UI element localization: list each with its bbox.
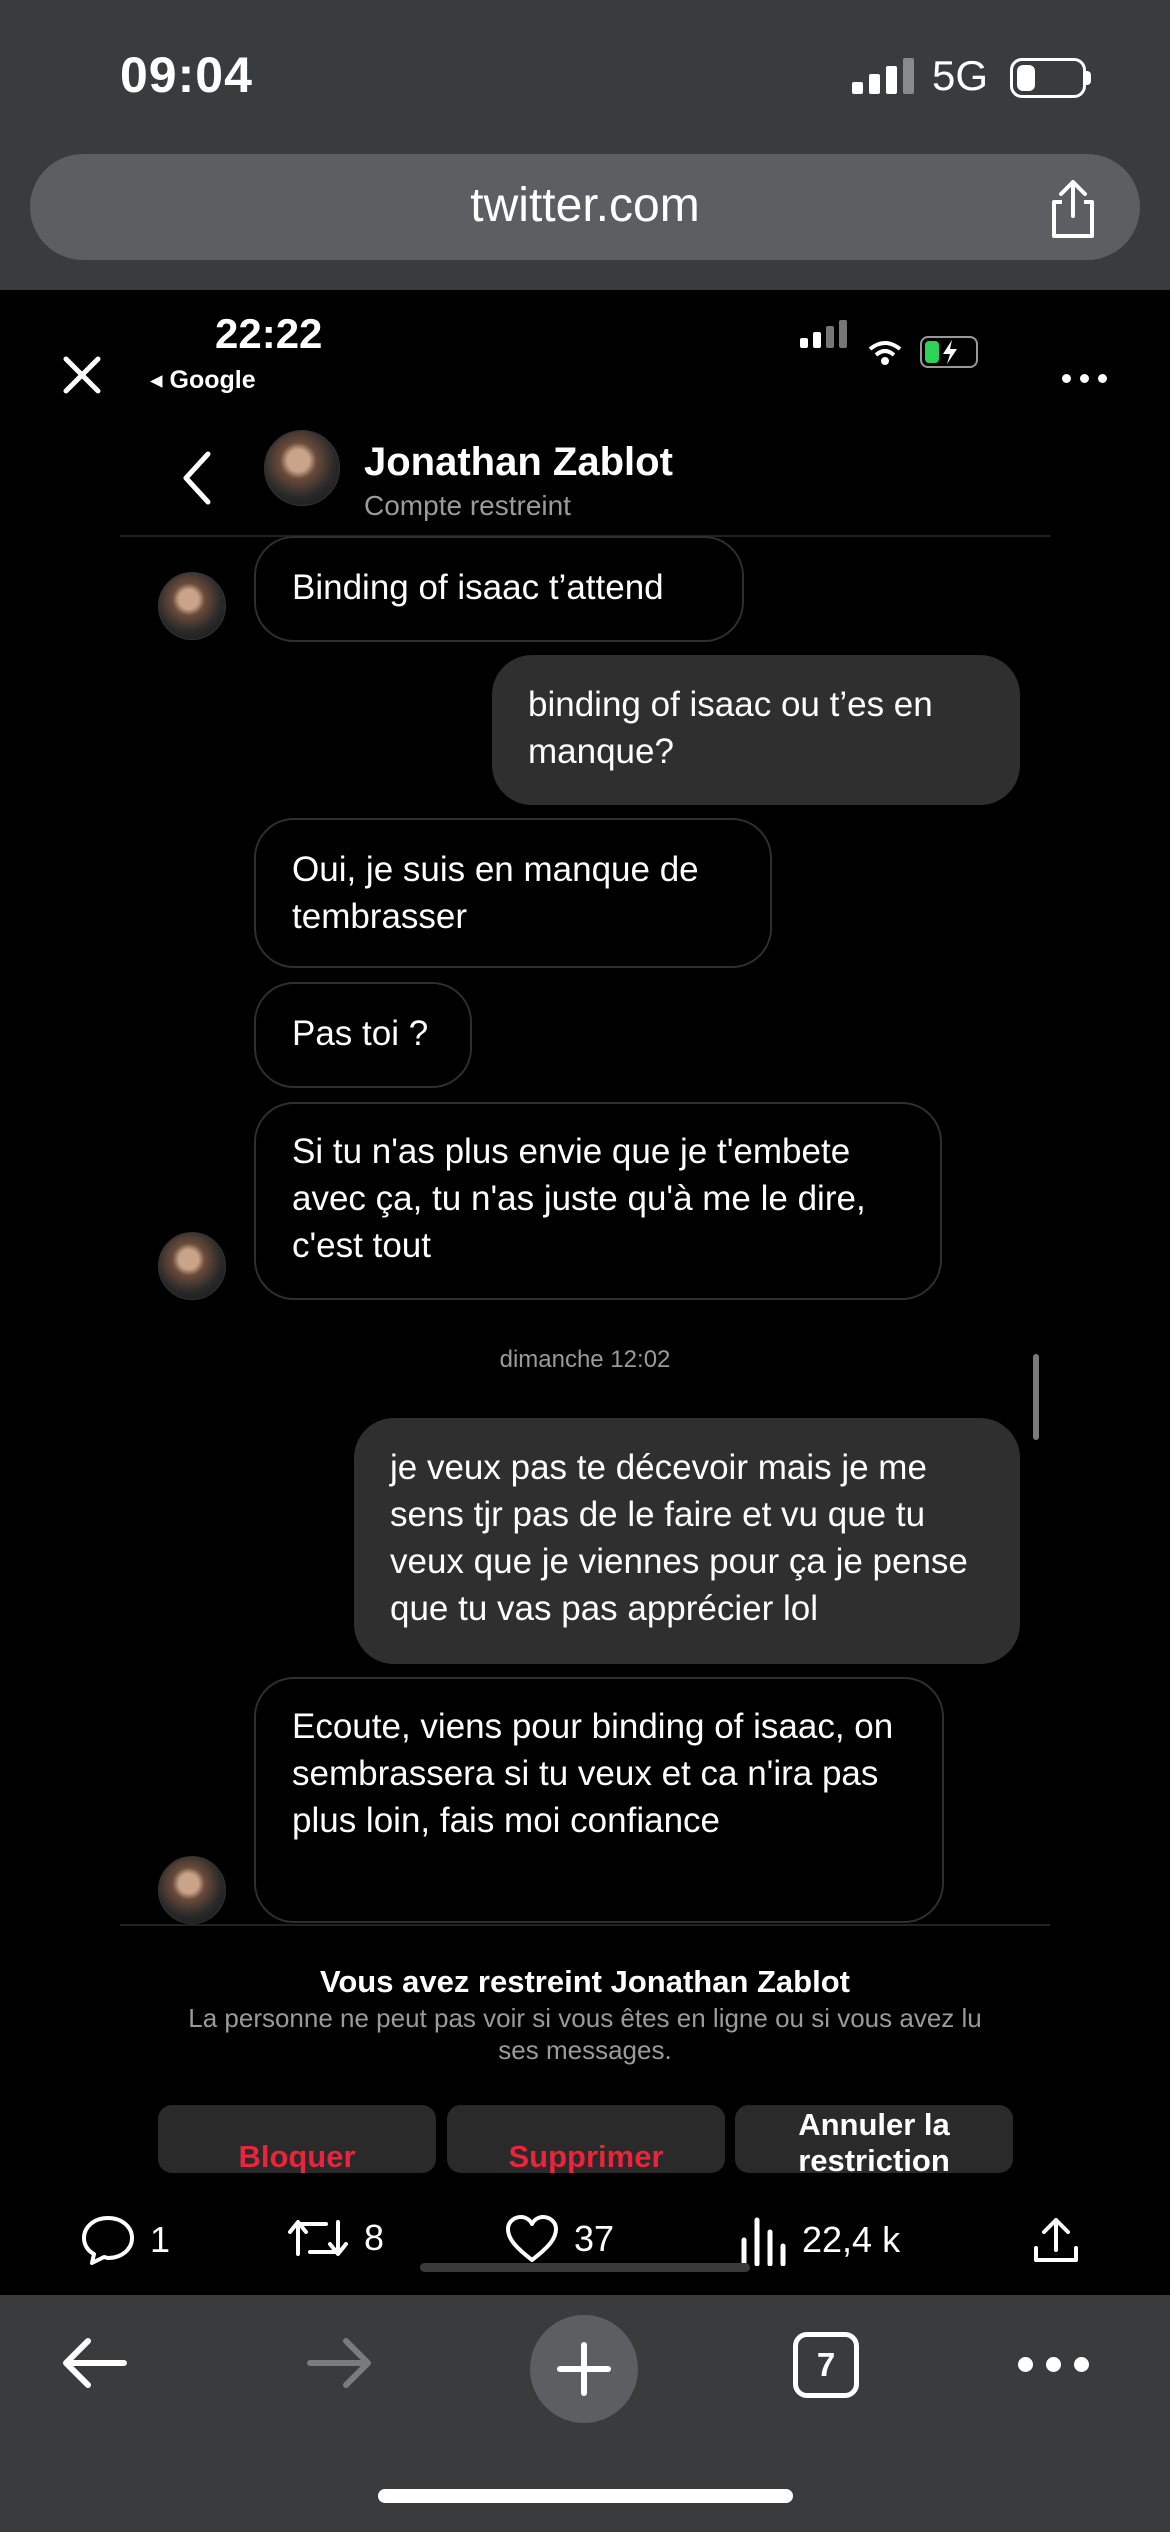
message-bubble[interactable]: binding of isaac ou t’es en manque? <box>492 655 1020 805</box>
reply-count: 1 <box>150 2219 171 2260</box>
message-bubble[interactable]: Binding of isaac t’attend <box>254 536 744 642</box>
like-icon <box>506 2215 558 2262</box>
browser-address-area: twitter.com <box>0 150 1170 290</box>
like-action[interactable]: 37 <box>504 2214 614 2264</box>
block-button-label: Bloquer <box>238 2139 356 2173</box>
battery-icon <box>1010 58 1091 98</box>
inner-status-time: 22:22 <box>215 310 323 357</box>
day-timestamp: dimanche 12:02 <box>499 1346 671 1373</box>
message-bubble[interactable]: Si tu n'as plus envie que je t'embete av… <box>254 1102 942 1300</box>
reply-icon <box>82 2216 134 2265</box>
block-button[interactable]: Bloquer <box>158 2105 436 2173</box>
tweet-actions: 1 8 37 22,4 k <box>0 2190 1170 2295</box>
retweet-count: 8 <box>364 2217 385 2258</box>
upload-action[interactable] <box>1030 2214 1082 2266</box>
upload-icon <box>1034 2218 1078 2262</box>
unrestrict-button-label: Annuler la restriction <box>798 2107 950 2173</box>
divider <box>120 1924 1050 1926</box>
unrestrict-button[interactable]: Annuler la restriction <box>735 2105 1013 2173</box>
share-icon[interactable] <box>1046 178 1100 245</box>
back-chevron-icon[interactable] <box>180 448 214 513</box>
back-arrow-icon[interactable] <box>58 2333 130 2398</box>
more-icon[interactable] <box>1062 374 1107 383</box>
network-type: 5G <box>932 52 989 99</box>
avatar <box>158 1856 226 1924</box>
message-bubble[interactable]: Pas toi ? <box>254 982 472 1088</box>
restriction-description: La personne ne peut pas voir si vous ête… <box>188 2003 982 2065</box>
message-bubble[interactable]: je veux pas te décevoir mais je me sens … <box>354 1418 1020 1664</box>
media-scroll-indicator <box>420 2263 750 2272</box>
forward-arrow-icon[interactable] <box>304 2333 376 2398</box>
contact-name: Jonathan Zablot <box>364 440 673 484</box>
retweet-icon <box>288 2220 348 2256</box>
restriction-title: Vous avez restreint Jonathan Zablot <box>320 1964 850 1999</box>
inner-battery-icon <box>920 336 978 368</box>
tweet-media-screenshot: 22:22 ◂ Google Jonathan Zablot Compte re… <box>0 290 1170 2190</box>
address-bar[interactable]: twitter.com <box>30 154 1140 260</box>
new-tab-button[interactable] <box>530 2315 638 2423</box>
status-time: 09:04 <box>120 47 253 103</box>
back-to-app-link: ◂ Google <box>150 366 256 394</box>
inner-signal-icon <box>800 320 847 348</box>
url-text: twitter.com <box>470 179 700 232</box>
home-indicator[interactable] <box>378 2489 793 2503</box>
retweet-action[interactable]: 8 <box>286 2214 384 2262</box>
contact-status: Compte restreint <box>364 490 571 521</box>
new-tab-icon <box>557 2342 611 2396</box>
tabs-icon[interactable]: 7 <box>793 2332 859 2398</box>
message-bubble[interactable]: Ecoute, viens pour binding of isaac, on … <box>254 1677 944 1923</box>
menu-icon[interactable] <box>1018 2357 1089 2372</box>
chat-header: Jonathan Zablot Compte restreint <box>120 420 1050 537</box>
avatar <box>158 1232 226 1300</box>
delete-button-label: Supprimer <box>508 2139 664 2173</box>
tabs-count: 7 <box>816 2346 836 2383</box>
close-icon[interactable] <box>62 355 102 400</box>
views-count: 22,4 k <box>802 2219 901 2260</box>
views-icon <box>741 2217 786 2266</box>
like-count: 37 <box>574 2218 615 2259</box>
delete-button[interactable]: Supprimer <box>447 2105 725 2173</box>
views-action[interactable]: 22,4 k <box>738 2214 900 2266</box>
avatar[interactable] <box>264 430 340 506</box>
signal-icon <box>852 58 914 94</box>
scrollbar[interactable] <box>1033 1354 1039 1440</box>
reply-action[interactable]: 1 <box>80 2214 170 2266</box>
wifi-icon <box>868 341 902 365</box>
message-bubble[interactable]: Oui, je suis en manque de tembrasser <box>254 818 772 968</box>
device-status-bar: 09:04 5G <box>0 0 1170 150</box>
avatar <box>158 572 226 640</box>
